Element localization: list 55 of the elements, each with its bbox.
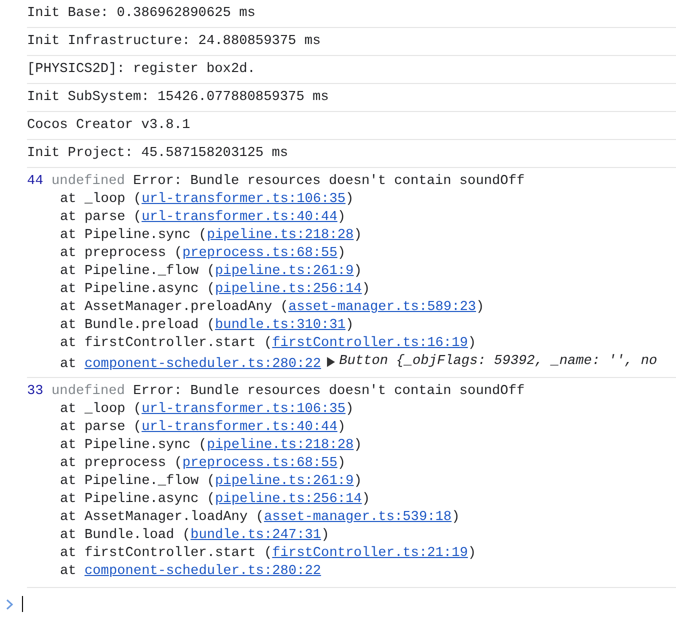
log-message: Cocos Creator v3.8.1 — [27, 118, 190, 133]
source-link[interactable]: url-transformer.ts:106:35 — [142, 402, 346, 417]
log-source: undefined — [52, 174, 125, 189]
source-link[interactable]: firstController.ts:16:19 — [272, 336, 468, 351]
repeat-count: 33 — [27, 384, 44, 399]
source-link[interactable]: bundle.ts:310:31 — [215, 318, 346, 333]
stack-frame: at parse (url-transformer.ts:40:44) — [60, 420, 346, 435]
stack-frame: at AssetManager.preloadAny (asset-manager.ts:589:23) — [60, 300, 484, 315]
stack-frame: at _loop (url-transformer.ts:106:35) — [60, 402, 354, 417]
error-message: Error: Bundle resources doesn't contain soundOff — [133, 174, 525, 189]
source-link[interactable]: preprocess.ts:68:55 — [182, 246, 338, 261]
repeat-count: 44 — [27, 174, 44, 189]
stack-frame: at component-scheduler.ts:280:22 — [60, 357, 322, 372]
source-link[interactable]: preprocess.ts:68:55 — [182, 456, 338, 471]
source-link[interactable]: pipeline.ts:256:14 — [215, 282, 362, 297]
stack-frame: at Pipeline._flow (pipeline.ts:261:9) — [60, 264, 362, 279]
log-source: undefined — [52, 384, 125, 399]
log-message: Init SubSystem: 15426.077880859375 ms — [27, 90, 329, 105]
stack-frame: at parse (url-transformer.ts:40:44) — [60, 210, 346, 225]
stack-frame: at Bundle.preload (bundle.ts:310:31) — [60, 318, 354, 333]
log-message: Init Project: 45.587158203125 ms — [27, 146, 288, 161]
source-link[interactable]: pipeline.ts:256:14 — [215, 492, 362, 507]
source-link[interactable]: pipeline.ts:218:28 — [206, 228, 354, 243]
stack-frame: at _loop (url-transformer.ts:106:35) — [60, 192, 354, 207]
source-link[interactable]: pipeline.ts:261:9 — [215, 264, 354, 279]
source-link[interactable]: firstController.ts:21:19 — [272, 546, 468, 561]
error-message: Error: Bundle resources doesn't contain soundOff — [133, 384, 525, 399]
stack-frame: at preprocess (preprocess.ts:68:55) — [60, 456, 346, 471]
source-link[interactable]: pipeline.ts:218:28 — [206, 438, 354, 453]
stack-frame: at Pipeline.async (pipeline.ts:256:14) — [60, 282, 370, 297]
source-link[interactable]: url-transformer.ts:40:44 — [142, 210, 338, 225]
source-link[interactable]: url-transformer.ts:40:44 — [142, 420, 338, 435]
stack-frame: at firstController.start (firstController.ts:21:19) — [60, 546, 476, 561]
source-link[interactable]: component-scheduler.ts:280:22 — [84, 357, 322, 372]
stack-frame: at firstController.start (firstController.ts:16:19) — [60, 336, 476, 351]
object-preview: Button {_objFlags: 59392, _name: '', no — [339, 353, 658, 371]
source-link[interactable]: component-scheduler.ts:280:22 — [84, 564, 322, 579]
stack-frame: at Pipeline.sync (pipeline.ts:218:28) — [60, 438, 362, 453]
stack-frame: at preprocess (preprocess.ts:68:55) — [60, 246, 346, 261]
source-link[interactable]: pipeline.ts:261:9 — [215, 474, 354, 489]
stack-frame: at AssetManager.loadAny (asset-manager.ts:539:18) — [60, 510, 460, 525]
log-message: Init Infrastructure: 24.880859375 ms — [27, 34, 321, 49]
log-message: [PHYSICS2D]: register box2d. — [27, 62, 256, 77]
source-link[interactable]: url-transformer.ts:106:35 — [142, 192, 346, 207]
source-link[interactable]: bundle.ts:247:31 — [190, 528, 322, 543]
stack-frame: at component-scheduler.ts:280:22 — [60, 564, 322, 579]
source-link[interactable]: asset-manager.ts:589:23 — [288, 300, 476, 315]
stack-frame: at Bundle.load (bundle.ts:247:31) — [60, 528, 330, 543]
stack-frame: at Pipeline.sync (pipeline.ts:218:28) — [60, 228, 362, 243]
stack-frame: at Pipeline._flow (pipeline.ts:261:9) — [60, 474, 362, 489]
expand-arrow-icon[interactable] — [327, 357, 336, 367]
source-link[interactable]: asset-manager.ts:539:18 — [264, 510, 452, 525]
log-message: Init Base: 0.386962890625 ms — [27, 6, 256, 21]
prompt-chevron-icon — [6, 598, 13, 610]
stack-frame: at Pipeline.async (pipeline.ts:256:14) — [60, 492, 370, 507]
